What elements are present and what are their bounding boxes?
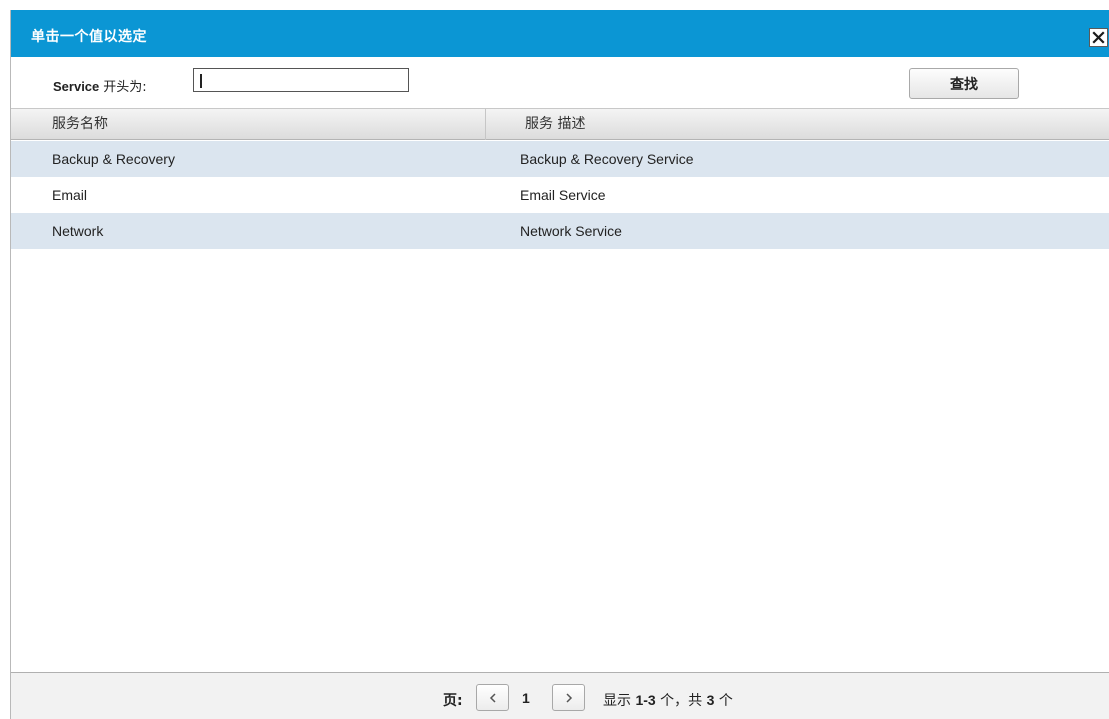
chevron-right-icon bbox=[566, 693, 573, 703]
pagination-info-middle: 个，共 bbox=[660, 693, 703, 709]
page-label: 页: bbox=[443, 693, 463, 709]
column-header-service-name[interactable]: 服务名称 bbox=[11, 109, 486, 140]
row-service-name: Network bbox=[52, 223, 104, 239]
pagination-info: 显示 1-3 个，共 3 个 bbox=[603, 690, 733, 710]
text-caret bbox=[200, 74, 202, 88]
table-row[interactable]: Network Network Service bbox=[11, 213, 1109, 249]
column-header-service-description[interactable]: 服务 描述 bbox=[486, 109, 1109, 140]
chevron-left-icon bbox=[489, 693, 496, 703]
pagination-bar: 页: 1 显示 1-3 个，共 3 个 bbox=[11, 672, 1109, 719]
table-row[interactable]: Backup & Recovery Backup & Recovery Serv… bbox=[11, 141, 1109, 177]
close-button[interactable] bbox=[1089, 28, 1108, 47]
grid-header: 服务名称 服务 描述 bbox=[11, 108, 1109, 140]
previous-page-button[interactable] bbox=[476, 684, 509, 711]
filter-label-service: Service bbox=[53, 79, 100, 94]
select-value-dialog: 单击一个值以选定 Service 开头为: 查找 服务名称 服务 描述 Backu… bbox=[10, 10, 1109, 719]
dialog-title: 单击一个值以选定 bbox=[31, 29, 147, 45]
row-service-description: Email Service bbox=[520, 187, 606, 203]
filter-label-suffix: 开头为: bbox=[103, 80, 147, 95]
service-prefix-input[interactable] bbox=[193, 68, 409, 92]
pagination-info-total: 3 bbox=[706, 692, 715, 708]
row-service-description: Network Service bbox=[520, 223, 622, 239]
pagination-info-range: 1-3 bbox=[635, 692, 656, 708]
row-service-description: Backup & Recovery Service bbox=[520, 151, 694, 167]
search-button[interactable]: 查找 bbox=[909, 68, 1019, 99]
table-row[interactable]: Email Email Service bbox=[11, 177, 1109, 213]
current-page-number: 1 bbox=[522, 690, 530, 706]
row-service-name: Email bbox=[52, 187, 88, 203]
row-service-name: Backup & Recovery bbox=[52, 151, 175, 167]
pagination-info-prefix: 显示 bbox=[603, 693, 631, 709]
pagination-info-suffix: 个 bbox=[718, 693, 733, 709]
dialog-titlebar: 单击一个值以选定 bbox=[11, 10, 1109, 57]
next-page-button[interactable] bbox=[552, 684, 585, 711]
close-icon bbox=[1092, 31, 1105, 44]
filter-label: Service 开头为: bbox=[53, 76, 147, 95]
